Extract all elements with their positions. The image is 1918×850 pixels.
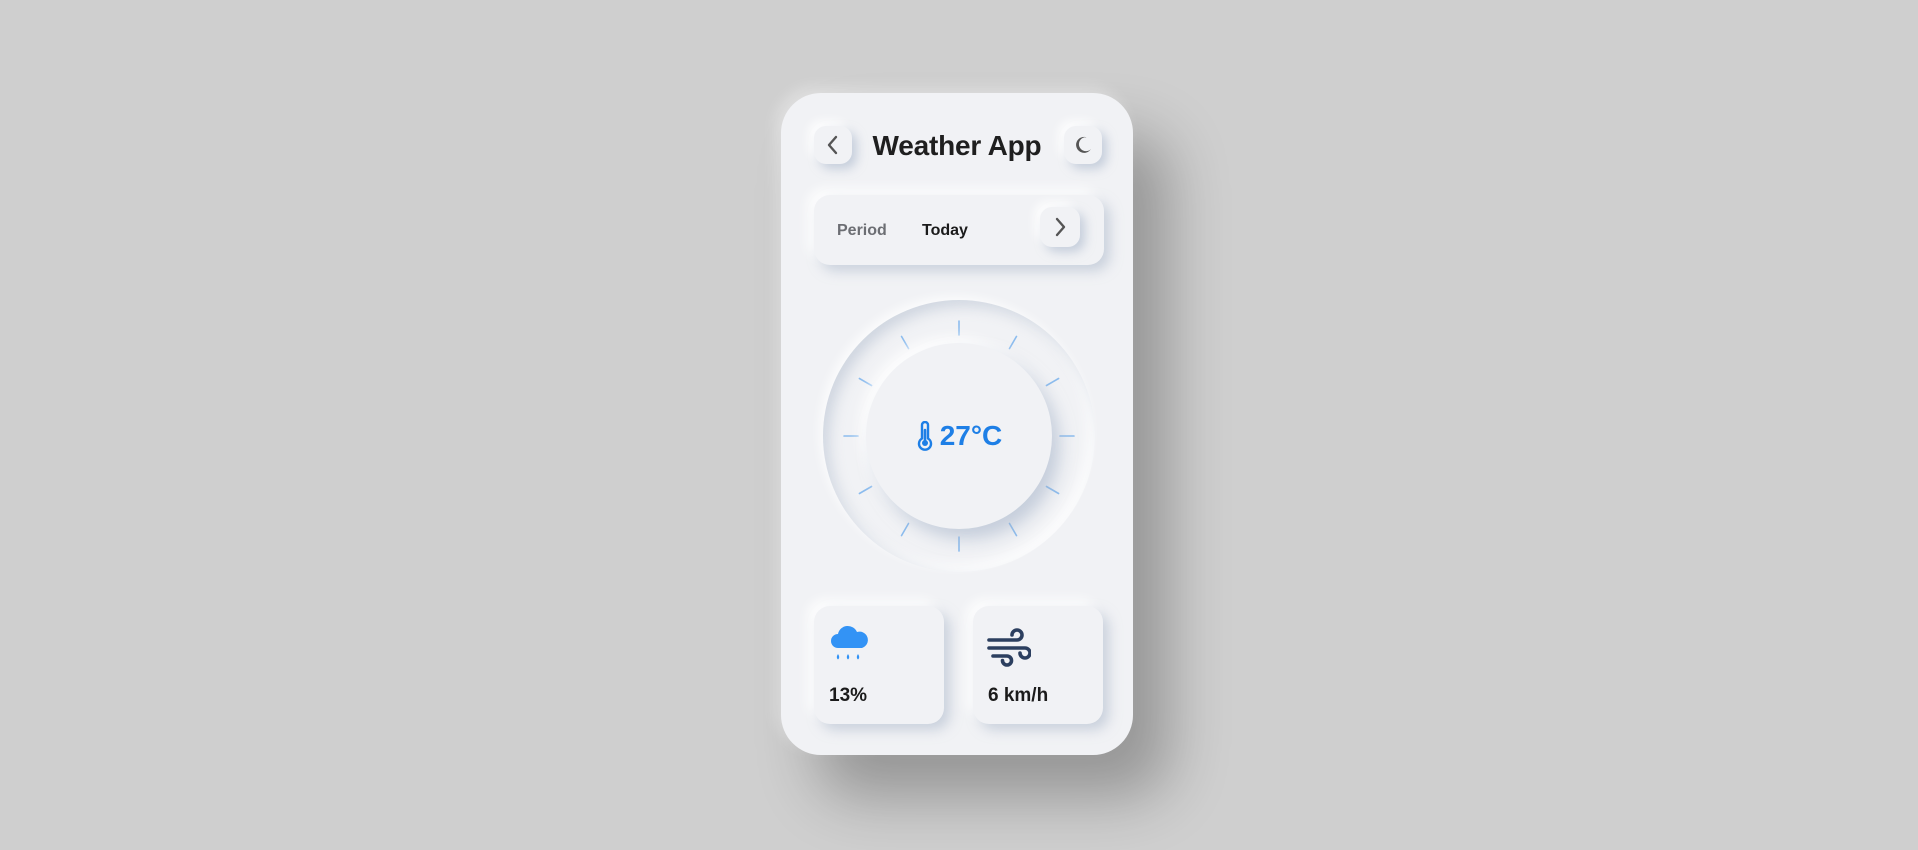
wind-icon [987,628,1031,667]
dial-tick [900,522,910,537]
dark-mode-toggle[interactable] [1064,126,1102,164]
period-selector: Period Today [814,195,1104,265]
cloud-rain-icon [831,625,868,660]
dial-tick [1045,377,1060,387]
temperature-value: 27°C [939,420,1003,451]
rain-card: 13% [814,606,944,724]
header: Weather App [781,93,1133,193]
period-value: Today [922,222,968,239]
wind-card: 6 km/h [973,606,1103,724]
wind-value: 6 km/h [988,685,1049,706]
dial-tick [1045,485,1060,495]
next-period-button[interactable] [1040,207,1080,247]
dial-tick [858,485,873,495]
dial-tick [1008,335,1018,350]
temperature-dial: 27°C [823,300,1095,572]
chevron-right-icon [1055,217,1066,237]
moon-icon [1076,136,1091,153]
thermometer-icon [917,421,932,451]
rain-value: 13% [829,685,868,706]
dial-tick [900,335,910,350]
dial-tick [1008,522,1018,537]
phone-frame: Weather App Period Today 27°C 13% 6 km/h [781,93,1133,755]
temperature-display: 27°C [866,343,1052,529]
dial-tick [858,377,873,387]
period-label: Period [837,222,887,239]
